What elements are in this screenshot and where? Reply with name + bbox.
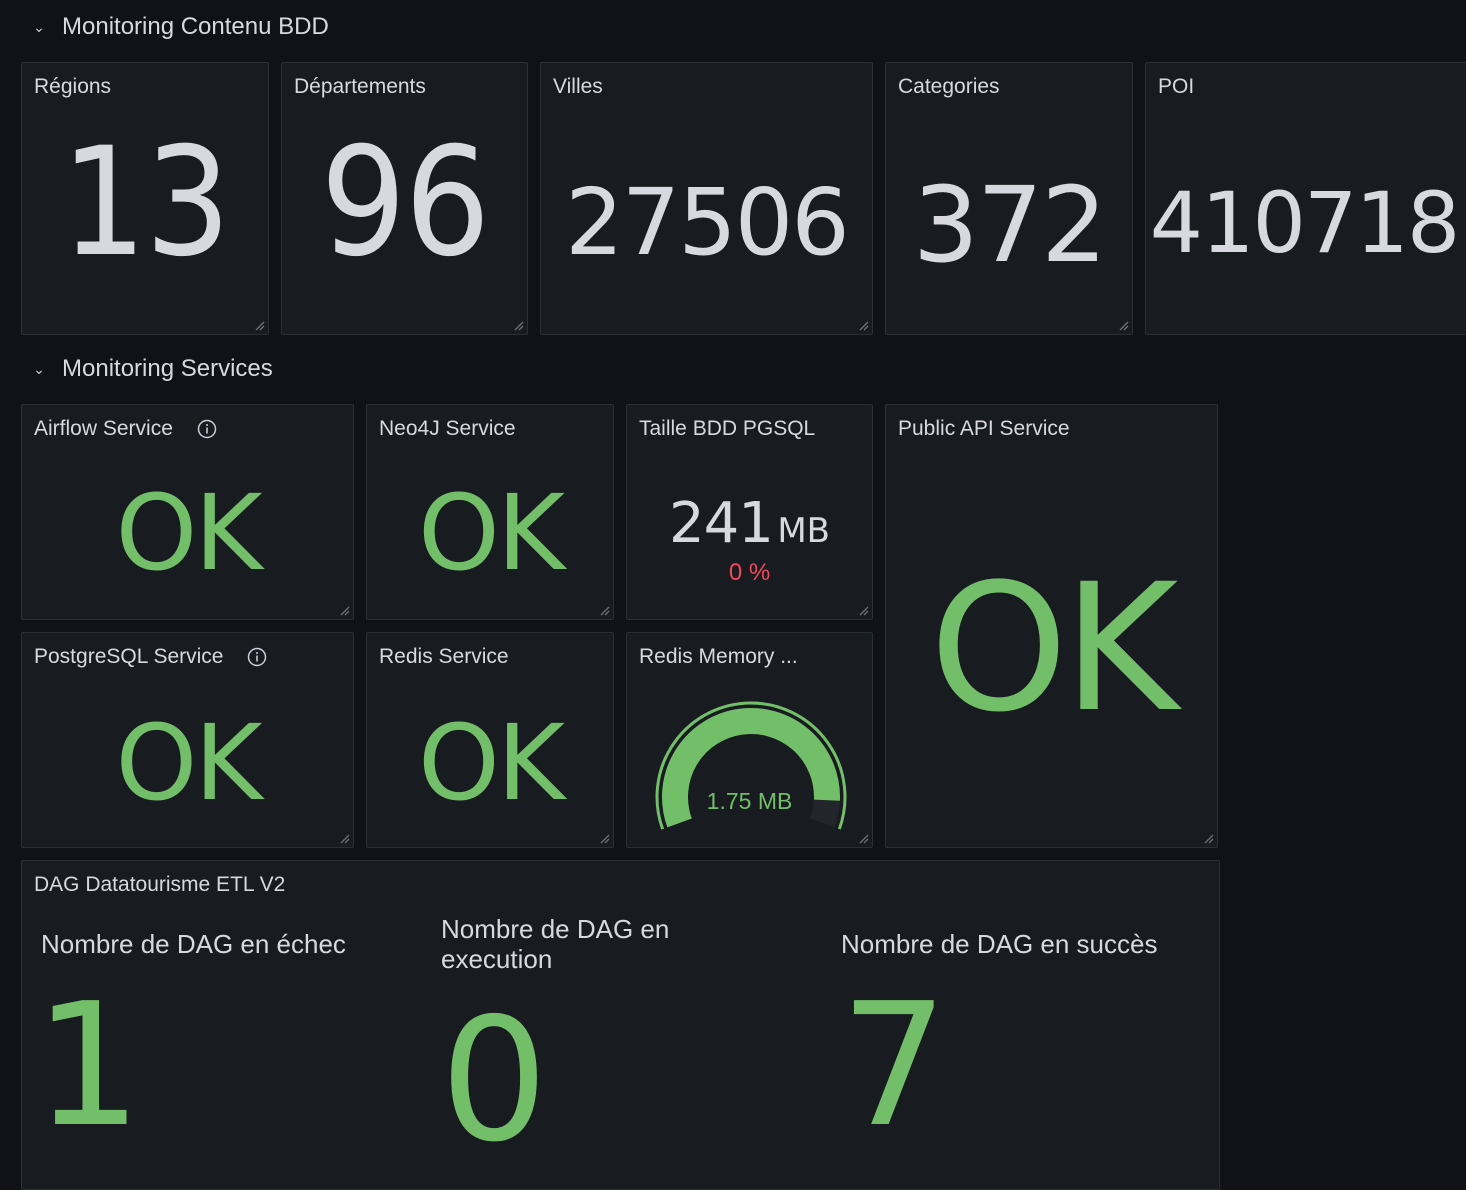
dag-success-value: 7 <box>840 967 949 1165</box>
panel-title: Airflow Service <box>34 417 217 441</box>
dag-label: Nombre de DAG en execution <box>441 914 670 974</box>
status-value: OK <box>929 546 1179 751</box>
panel-title: PostgreSQL Service <box>34 645 267 669</box>
stat-value: 13 <box>60 116 231 290</box>
info-icon[interactable] <box>197 419 217 439</box>
resize-handle-icon[interactable] <box>1117 319 1129 331</box>
dag-running: Nombre de DAG en execution <box>441 914 741 974</box>
dag-running-value: 0 <box>440 982 549 1180</box>
panel-title-text: PostgreSQL Service <box>34 645 224 668</box>
status-value: OK <box>115 472 262 594</box>
memory-gauge <box>655 701 847 830</box>
panel-villes[interactable]: Villes 27506 <box>540 62 873 335</box>
resize-handle-icon[interactable] <box>253 319 265 331</box>
panel-pgsql-size[interactable]: Taille BDD PGSQL 241 MB 0 % <box>626 404 873 620</box>
stat-value: 410718 <box>1149 174 1461 272</box>
info-icon[interactable] <box>247 647 267 667</box>
row-header-bdd[interactable]: ⌄ Monitoring Contenu BDD <box>30 12 329 42</box>
panel-redis-service[interactable]: Redis Service OK <box>366 632 614 848</box>
stat-value: 27506 <box>565 169 850 276</box>
panel-title: Départements <box>294 75 426 98</box>
panel-title: Categories <box>898 75 1000 98</box>
panel-title: Régions <box>34 75 112 98</box>
panel-title: Redis Memory ... <box>639 645 798 668</box>
status-value: OK <box>417 472 565 594</box>
resize-handle-icon[interactable] <box>338 832 350 844</box>
panel-title: Taille BDD PGSQL <box>639 417 816 440</box>
size-value: 241 <box>668 491 774 556</box>
panel-public-api-service[interactable]: Public API Service OK <box>885 404 1218 848</box>
size-value-wrap: 241 MB <box>627 491 872 556</box>
panel-dag-datatourisme[interactable]: DAG Datatourisme ETL V2 Nombre de DAG en… <box>21 860 1220 1190</box>
panel-title: POI <box>1158 75 1195 98</box>
panel-title: DAG Datatourisme ETL V2 <box>34 873 286 896</box>
resize-handle-icon[interactable] <box>857 604 869 616</box>
stat-value: 372 <box>912 164 1108 286</box>
resize-handle-icon[interactable] <box>338 604 350 616</box>
resize-handle-icon[interactable] <box>598 832 610 844</box>
status-value: OK <box>417 702 565 824</box>
panel-departements[interactable]: Départements 96 <box>281 62 528 335</box>
chevron-down-icon[interactable]: ⌄ <box>30 361 48 378</box>
resize-handle-icon[interactable] <box>857 832 869 844</box>
resize-handle-icon[interactable] <box>598 604 610 616</box>
dag-success: Nombre de DAG en succès <box>841 929 1201 959</box>
status-value: OK <box>115 702 262 824</box>
panel-neo4j-service[interactable]: Neo4J Service OK <box>366 404 614 620</box>
row-title: Monitoring Contenu BDD <box>62 13 329 40</box>
chevron-down-icon[interactable]: ⌄ <box>30 19 48 36</box>
dag-failed-value: 1 <box>34 967 143 1165</box>
stat-value: 96 <box>320 116 490 290</box>
dag-label: Nombre de DAG en succès <box>841 929 1158 959</box>
panel-categories[interactable]: Categories 372 <box>885 62 1133 335</box>
size-unit: MB <box>777 511 830 551</box>
panel-airflow-service[interactable]: Airflow Service OK <box>21 404 354 620</box>
resize-handle-icon[interactable] <box>1202 832 1214 844</box>
panel-title: Neo4J Service <box>379 417 516 440</box>
panel-title: Public API Service <box>898 417 1070 440</box>
panel-title: Redis Service <box>379 645 509 668</box>
panel-title: Villes <box>553 75 603 98</box>
panel-redis-memory[interactable]: Redis Memory ... 1.75 MB <box>626 632 873 848</box>
panel-poi[interactable]: POI 410718 <box>1145 62 1466 335</box>
resize-handle-icon[interactable] <box>857 319 869 331</box>
dag-failed: Nombre de DAG en échec <box>41 929 401 959</box>
row-header-services[interactable]: ⌄ Monitoring Services <box>30 354 273 384</box>
resize-handle-icon[interactable] <box>512 319 524 331</box>
size-delta: 0 % <box>728 559 771 586</box>
dag-label: Nombre de DAG en échec <box>41 929 346 959</box>
row-title: Monitoring Services <box>62 355 273 382</box>
panel-title-text: Airflow Service <box>34 417 173 440</box>
panel-regions[interactable]: Régions 13 <box>21 62 269 335</box>
gauge-value: 1.75 MB <box>706 788 793 814</box>
panel-postgresql-service[interactable]: PostgreSQL Service OK <box>21 632 354 848</box>
